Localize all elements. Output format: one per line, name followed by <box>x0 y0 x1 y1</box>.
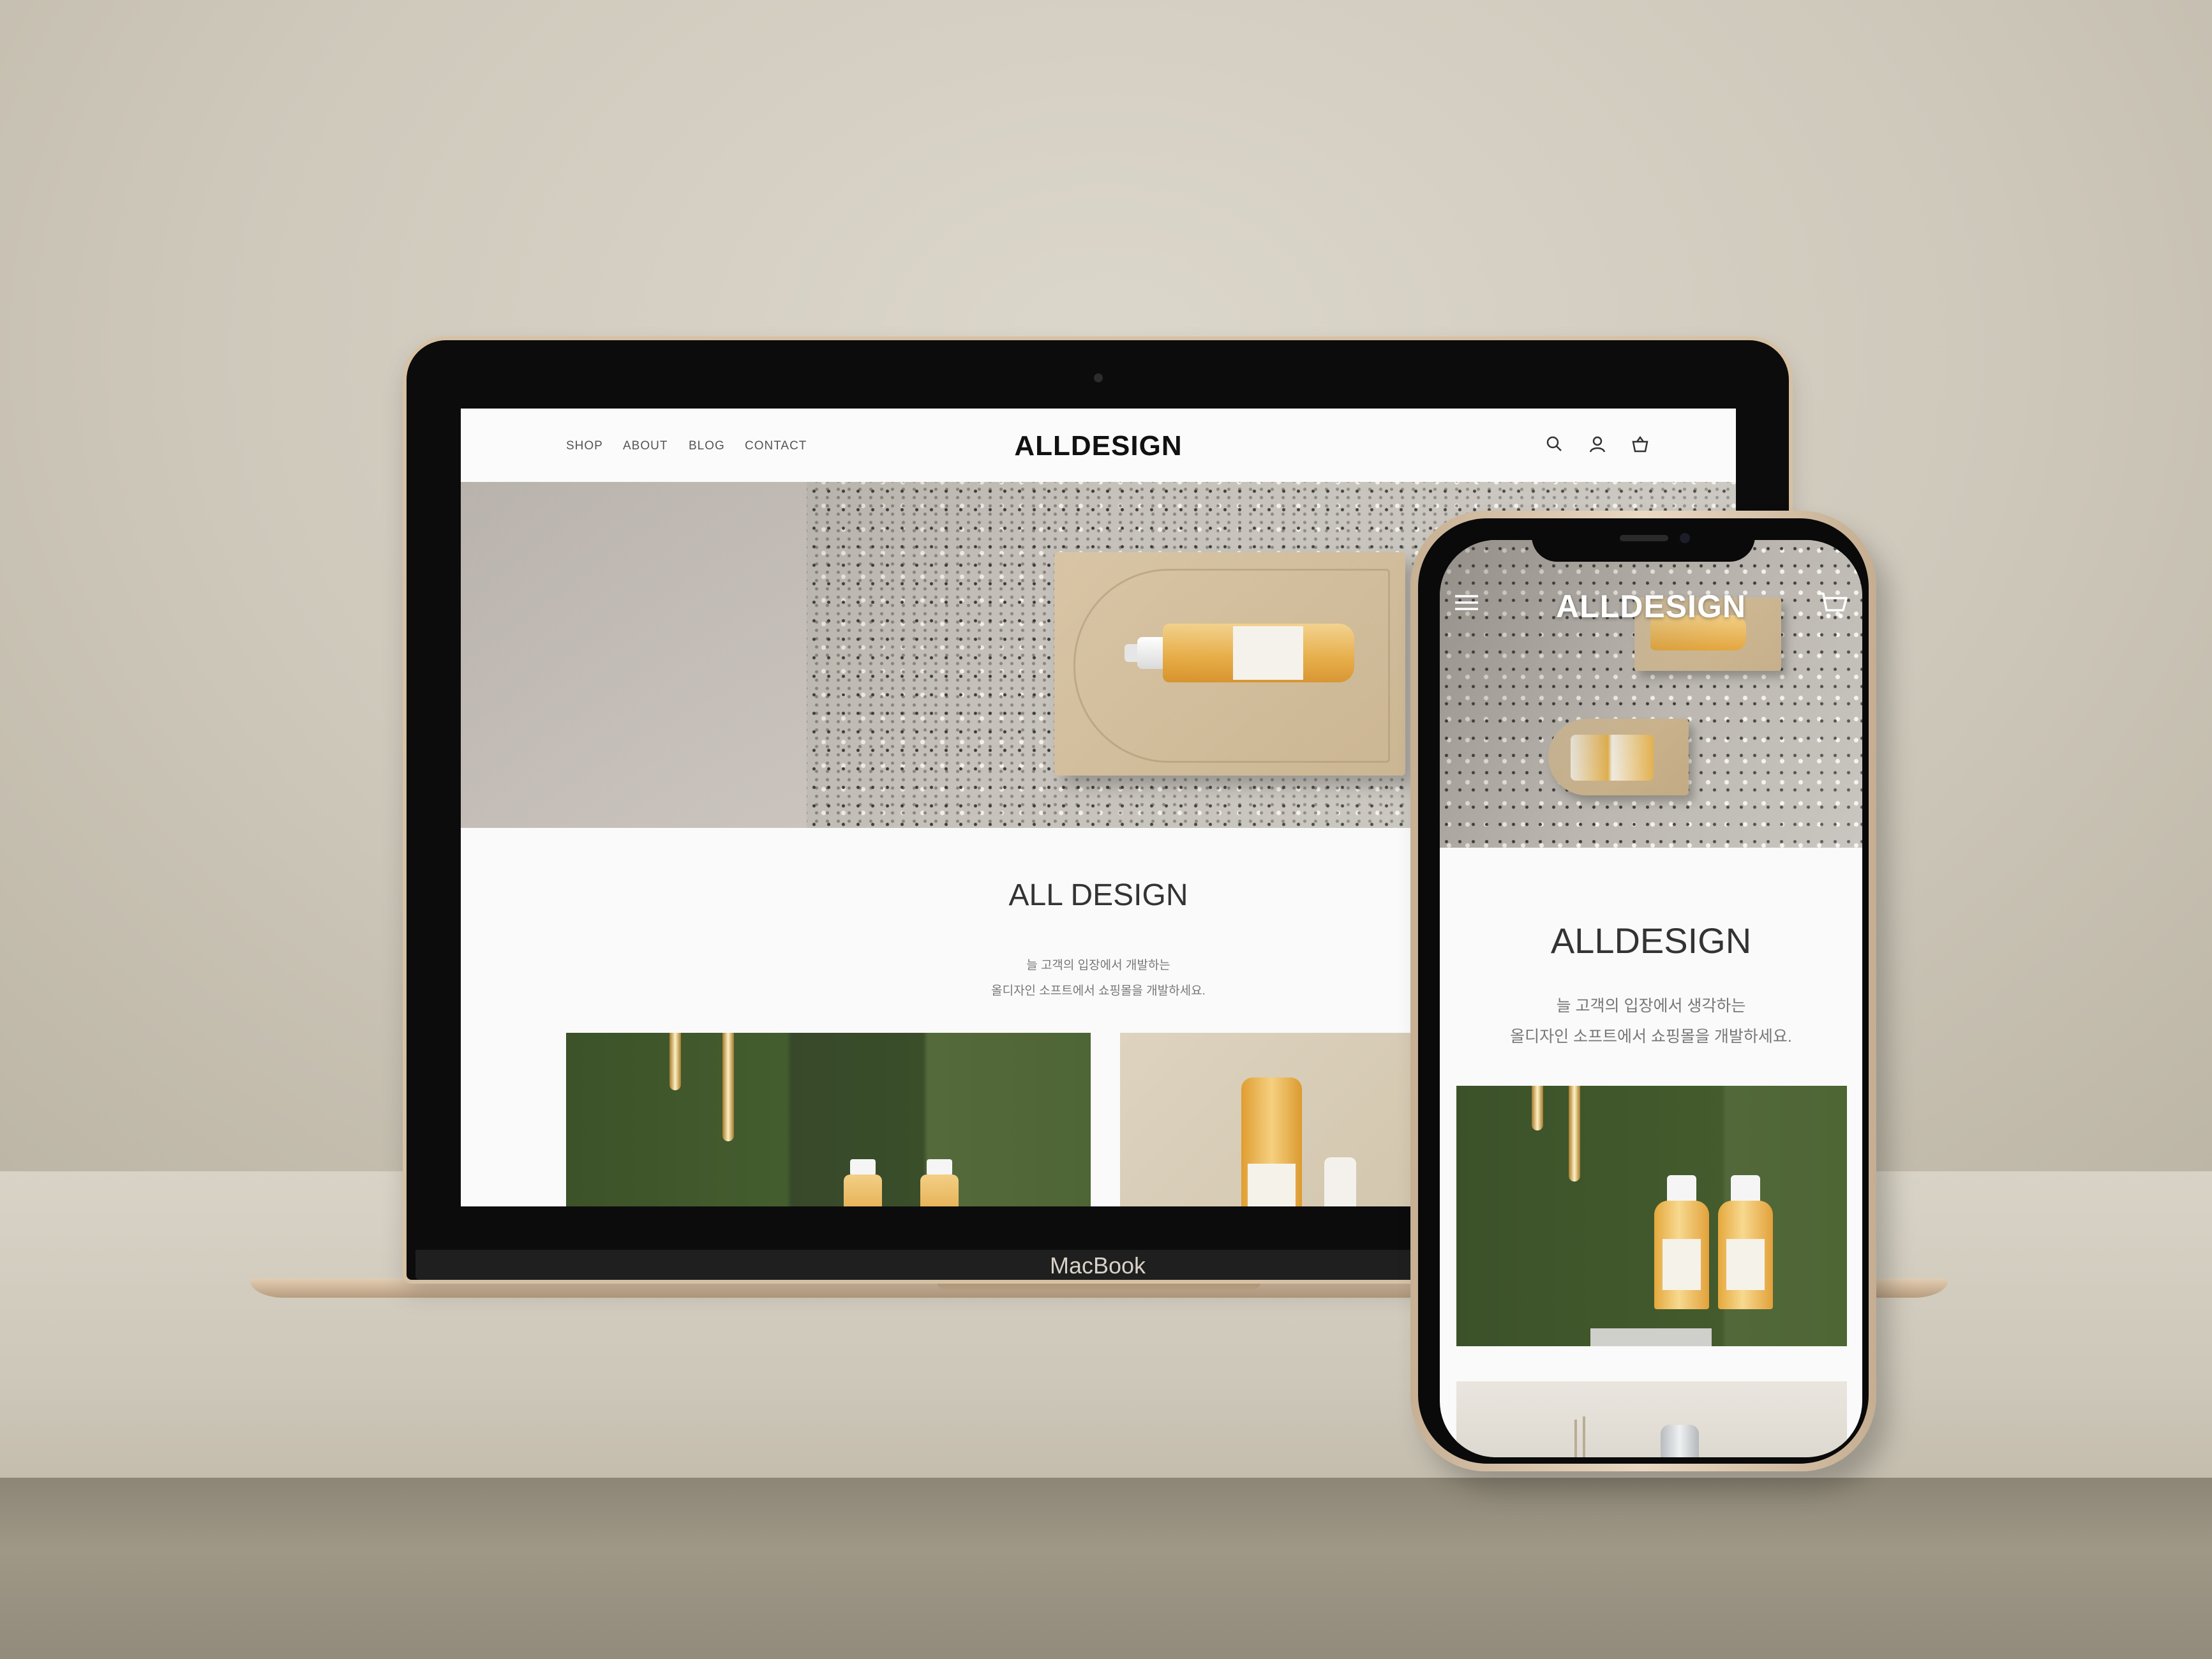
laptop-lip <box>937 1280 1261 1290</box>
bottle-label <box>1248 1164 1296 1206</box>
pendant-light <box>1569 1086 1580 1182</box>
desktop-header: SHOP ABOUT BLOG CONTACT ALLDESIGN <box>461 409 1736 482</box>
mobile-section-title: ALLDESIGN <box>1550 920 1752 961</box>
display-pedestal <box>1590 1328 1712 1346</box>
shelf-front <box>0 1478 2212 1659</box>
search-icon[interactable] <box>1544 434 1565 454</box>
mobile-desc-line1: 늘 고객의 입장에서 생각하는 <box>1556 997 1746 1015</box>
bottle-pump <box>1731 1175 1760 1203</box>
phone-notch <box>1532 523 1755 562</box>
phone-frame: ALLDESIGN ALLDESIGN 늘 고객의 입장에서 생각하는 올디자인… <box>1410 511 1876 1471</box>
phone-front-camera <box>1680 533 1690 543</box>
product-bottle <box>844 1175 882 1206</box>
pendant-light <box>1532 1086 1543 1130</box>
glass-bottle <box>1661 1425 1699 1457</box>
laptop-camera <box>1094 373 1103 382</box>
diffuser-reed <box>1574 1420 1577 1457</box>
shadow-overlay <box>1440 540 1862 848</box>
mobile-hero-banner <box>1440 540 1862 848</box>
phone-speaker <box>1620 535 1668 541</box>
cart-icon[interactable] <box>1816 590 1850 620</box>
shopping-bag-icon[interactable] <box>1630 434 1650 454</box>
mobile-product-card-green[interactable] <box>1456 1086 1847 1346</box>
phone-bezel: ALLDESIGN ALLDESIGN 늘 고객의 입장에서 생각하는 올디자인… <box>1418 518 1869 1464</box>
bottle-label <box>1726 1239 1765 1290</box>
product-bottle <box>1324 1157 1356 1206</box>
product-bottle <box>920 1175 959 1206</box>
bottle-pump <box>850 1159 876 1176</box>
pendant-light <box>722 1033 734 1141</box>
mobile-website: ALLDESIGN ALLDESIGN 늘 고객의 입장에서 생각하는 올디자인… <box>1440 540 1862 1457</box>
diffuser-reed <box>1583 1416 1585 1457</box>
mobile-site-logo[interactable]: ALLDESIGN <box>1440 588 1862 625</box>
mobile-desc-line2: 올디자인 소프트에서 쇼핑몰을 개발하세요. <box>1510 1028 1792 1046</box>
product-card-green[interactable] <box>566 1033 1091 1206</box>
bottle-label <box>1663 1239 1701 1290</box>
mobile-product-card-beige[interactable] <box>1456 1381 1847 1457</box>
user-icon[interactable] <box>1587 434 1608 454</box>
bottle-pump <box>1667 1175 1696 1203</box>
bottle-pump <box>927 1159 952 1176</box>
pendant-light <box>669 1033 681 1090</box>
